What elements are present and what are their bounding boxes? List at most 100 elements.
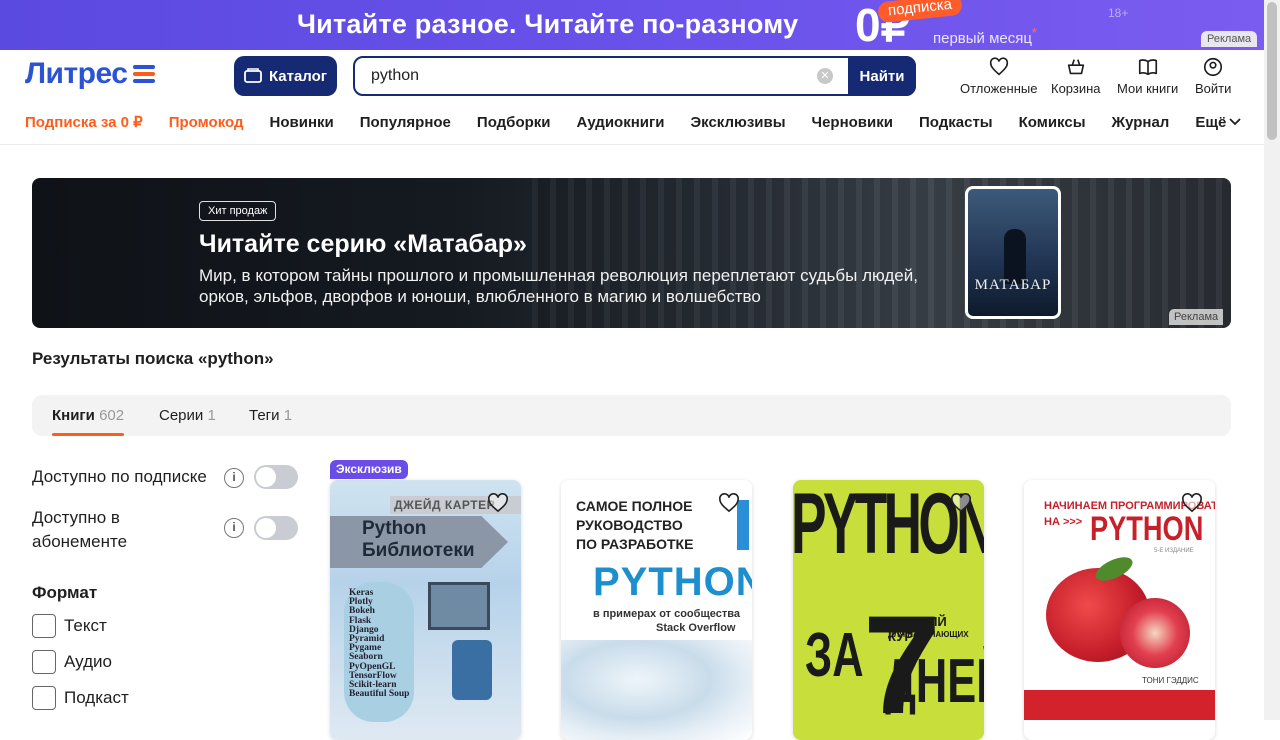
- logo[interactable]: Литрес: [25, 57, 156, 91]
- tab-tags[interactable]: Теги 1: [249, 407, 292, 424]
- cover-monitor: [428, 582, 490, 630]
- tab-series-label: Серии: [159, 407, 204, 424]
- catalog-label: Каталог: [268, 67, 328, 85]
- banner-tag: Хит продаж: [199, 201, 277, 221]
- ad-banner[interactable]: Хит продаж Читайте серию «Матабар» Мир, …: [32, 178, 1231, 328]
- subscription-toggle[interactable]: [254, 465, 298, 489]
- menu-drafts[interactable]: Черновики: [812, 114, 893, 131]
- abonement-toggle[interactable]: [254, 516, 298, 540]
- tab-tags-label: Теги: [249, 407, 280, 424]
- banner-book-cover: МАТАБАР: [965, 186, 1061, 319]
- age-rating: 18+: [1108, 6, 1129, 20]
- books-icon: [244, 68, 262, 83]
- cover-line3: ПО РАЗРАБОТКЕ: [576, 536, 694, 552]
- banner-ad-label: Реклама: [1169, 309, 1224, 325]
- heart-icon[interactable]: [1181, 493, 1203, 513]
- book-card[interactable]: PYTHON ЗА 7 КРАТКИЙ КУРС ДЛЯ НАЧИНАЮЩИХ …: [793, 480, 984, 740]
- login-nav[interactable]: Войти: [1195, 56, 1231, 96]
- book-card[interactable]: ДЖЕЙД КАРТЕР Python Библиотеки Keras Plo…: [330, 480, 521, 740]
- catalog-button[interactable]: Каталог: [234, 56, 337, 96]
- cart-nav[interactable]: Корзина: [1051, 56, 1101, 96]
- filter-abonement-label: Доступно в абонементе: [32, 508, 128, 551]
- menu-comics[interactable]: Комиксы: [1019, 114, 1086, 131]
- format-title: Формат: [32, 583, 98, 602]
- menu-subscription[interactable]: Подписка за 0 ₽: [25, 113, 143, 131]
- menu-more-label: Ещё: [1195, 113, 1227, 131]
- cover-title-line2: Библиотеки: [362, 540, 475, 561]
- cover-big-title: PYTHON: [1090, 510, 1204, 548]
- book-card[interactable]: НАЧИНАЕМ ПРОГРАММИРОВАТЬ НА >>> PYTHON 5…: [1024, 480, 1215, 740]
- promo-subtitle: первый месяц*: [933, 26, 1037, 47]
- menu-journal[interactable]: Журнал: [1112, 114, 1170, 131]
- tab-tags-count: 1: [283, 407, 293, 424]
- format-podcast-label: Подкаст: [64, 688, 129, 707]
- login-label: Войти: [1195, 81, 1232, 96]
- cover-line1: САМОЕ ПОЛНОЕ: [576, 498, 693, 514]
- menu-collections[interactable]: Подборки: [477, 114, 551, 131]
- cover-sub2: Stack Overflow: [656, 622, 736, 634]
- result-tabs: Книги 602 Серии 1 Теги 1: [32, 395, 1231, 436]
- tab-series-count: 1: [207, 407, 216, 424]
- main-menu: Подписка за 0 ₽ Промокод Новинки Популяр…: [25, 113, 1267, 131]
- search-button[interactable]: Найти: [848, 56, 916, 96]
- my-books-label: Мои книги: [1117, 81, 1179, 96]
- cover-small2: ДЛЯ НАЧИНАЮЩИХ: [888, 630, 969, 639]
- results-title: Результаты поиска «python»: [32, 349, 274, 368]
- heart-icon: [989, 57, 1008, 76]
- cover-za: ЗА: [805, 621, 864, 690]
- tab-series[interactable]: Серии 1: [159, 407, 216, 424]
- my-books-nav[interactable]: Мои книги: [1117, 56, 1178, 96]
- menu-podcasts[interactable]: Подкасты: [919, 114, 993, 131]
- book-card[interactable]: САМОЕ ПОЛНОЕ РУКОВОДСТВО ПО РАЗРАБОТКЕ P…: [561, 480, 752, 740]
- format-audio-label: Аудио: [64, 652, 112, 671]
- filter-subscription-label: Доступно по подписке: [32, 467, 207, 486]
- info-icon[interactable]: i: [224, 518, 244, 538]
- heart-icon[interactable]: [718, 493, 740, 513]
- clear-icon[interactable]: ✕: [817, 68, 833, 84]
- cover-line2: НА >>>: [1044, 516, 1083, 528]
- menu-new[interactable]: Новинки: [270, 114, 334, 131]
- scrollbar-thumb[interactable]: [1267, 2, 1277, 140]
- logo-icon: [133, 65, 156, 83]
- promo-text: Читайте разное. Читайте по-разному: [297, 9, 799, 39]
- cover-author: ДЖЕЙД КАРТЕР: [394, 498, 496, 512]
- tab-active-indicator: [52, 433, 124, 436]
- user-icon: [1204, 57, 1223, 77]
- info-icon[interactable]: i: [224, 468, 244, 488]
- search-bar: ✕ Найти: [353, 56, 916, 96]
- basket-icon: [1067, 59, 1084, 75]
- wishlist-label: Отложенные: [960, 81, 1038, 96]
- cover-libs-list: Keras Plotly Bokeh Flask Django Pyramid …: [349, 588, 410, 700]
- cover-big-title: PYTHON: [593, 560, 752, 604]
- site-header: Литрес Каталог ✕ Найти Отложенные Корзин…: [0, 50, 1264, 145]
- cover-bottom-bar: [1024, 690, 1215, 720]
- tab-books[interactable]: Книги 602: [52, 407, 124, 424]
- format-podcast-checkbox[interactable]: [32, 686, 56, 710]
- menu-popular[interactable]: Популярное: [360, 114, 451, 131]
- search-input[interactable]: [371, 67, 801, 85]
- cover-sub1: в примерах от сообщества: [593, 608, 740, 620]
- heart-icon[interactable]: [950, 493, 972, 513]
- tab-books-count: 602: [99, 407, 125, 424]
- menu-more[interactable]: Ещё: [1195, 114, 1241, 131]
- cover-dney: ДНЕЙ: [885, 647, 984, 716]
- heart-icon[interactable]: [487, 493, 509, 513]
- cover-title-line1: Python: [362, 518, 427, 539]
- cover-small1: КРАТКИЙ КУРС: [888, 614, 947, 644]
- logo-text: Литрес: [25, 57, 128, 90]
- menu-audiobooks[interactable]: Аудиокниги: [577, 114, 665, 131]
- wishlist-nav[interactable]: Отложенные: [960, 56, 1037, 96]
- banner-book-title: МАТАБАР: [974, 277, 1052, 293]
- promo-badge: подписка: [877, 0, 963, 24]
- format-audio-checkbox[interactable]: [32, 650, 56, 674]
- promo-banner[interactable]: Читайте разное. Читайте по-разному 0₽ по…: [0, 0, 1264, 50]
- format-text-checkbox[interactable]: [32, 614, 56, 638]
- cover-figure: [1004, 229, 1026, 284]
- cover-lib: Beautiful Soup: [349, 689, 410, 700]
- banner-title: Читайте серию «Матабар»: [199, 230, 527, 258]
- cover-chair: [452, 640, 492, 700]
- cover-author: ТОНИ ГЭДДИС: [1142, 676, 1199, 685]
- menu-promocode[interactable]: Промокод: [169, 114, 244, 131]
- exclusive-badge: Эксклюзив: [330, 460, 408, 479]
- menu-exclusives[interactable]: Эксклюзивы: [690, 114, 785, 131]
